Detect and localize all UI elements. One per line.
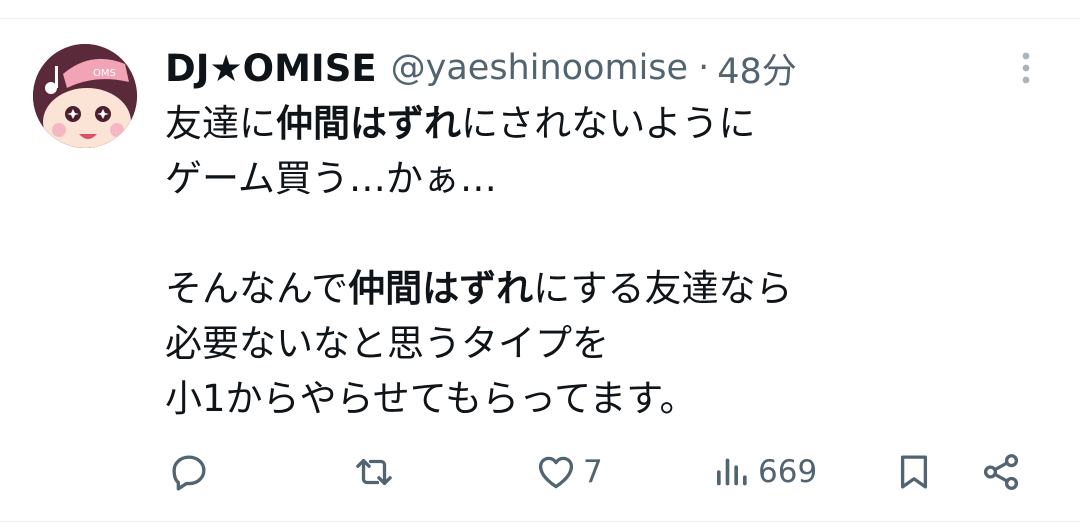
bottom-divider: [0, 521, 1080, 522]
share-button[interactable]: [980, 442, 1022, 502]
retweet-icon: [356, 458, 392, 486]
text-segment: そんなんで: [165, 267, 349, 310]
author-handle[interactable]: @yaeshinoomise: [391, 48, 688, 88]
avatar-cap-text: OMS: [93, 68, 116, 79]
share-icon: [983, 454, 1019, 490]
author-display-name[interactable]: DJ★OMISE: [165, 47, 377, 90]
timestamp[interactable]: 48分: [717, 43, 797, 94]
like-button[interactable]: 7: [535, 442, 603, 502]
retweet-button[interactable]: [353, 442, 401, 502]
more-options-button[interactable]: [1006, 48, 1046, 88]
views-button[interactable]: 669: [712, 442, 817, 502]
heart-icon: [538, 456, 574, 489]
bookmark-button[interactable]: [893, 442, 935, 502]
reply-icon: [172, 455, 206, 491]
action-bar: 7 669: [0, 442, 1080, 502]
tweet-line: そんなんで仲間はずれにする友達なら: [165, 261, 1045, 316]
avatar-icon: OMS: [33, 44, 137, 148]
avatar[interactable]: OMS: [33, 44, 137, 148]
bold-text-segment: 仲間はずれ: [348, 267, 534, 310]
reply-button[interactable]: [168, 442, 216, 502]
views-icon: [717, 458, 747, 486]
tweet-line: 友達に仲間はずれにされないように: [165, 96, 1045, 151]
text-segment: にされないように: [461, 102, 756, 145]
more-vertical-icon: [1022, 52, 1030, 84]
header-separator: ·: [698, 48, 710, 88]
tweet-header: DJ★OMISE @yaeshinoomise · 48分: [165, 44, 797, 92]
bold-text-segment: 仲間はずれ: [276, 102, 461, 145]
tweet-line: 必要ないなと思うタイプを: [165, 322, 609, 365]
like-count: 7: [583, 454, 603, 490]
views-count: 669: [758, 454, 818, 490]
text-segment: 友達に: [165, 102, 276, 145]
bookmark-icon: [900, 455, 928, 489]
tweet-line: ゲーム買う…かぁ…: [165, 157, 497, 200]
top-divider: [0, 18, 1080, 19]
text-segment: にする友達なら: [533, 267, 793, 310]
tweet-text: 友達に仲間はずれにされないように ゲーム買う…かぁ… そんなんで仲間はずれにする…: [165, 96, 1045, 426]
tweet-line: 小1からやらせてもらってます。: [165, 377, 697, 420]
